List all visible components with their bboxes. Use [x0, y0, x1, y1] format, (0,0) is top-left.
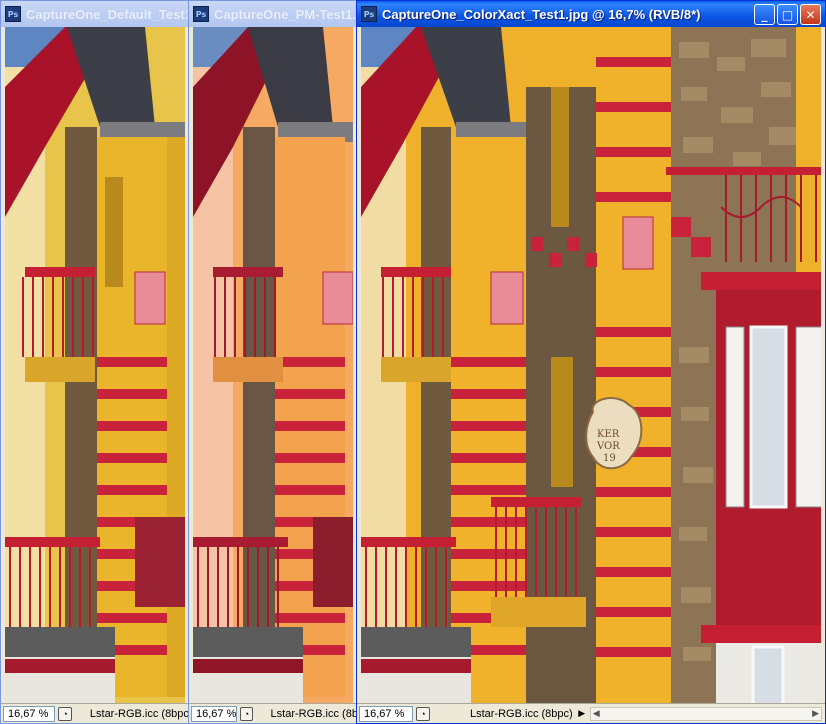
maximize-button[interactable]: □: [777, 4, 798, 25]
photoshop-icon: Ps: [193, 6, 209, 22]
facade-image: [5, 27, 185, 703]
status-bar: 16,67 % ◔ Lstar-RGB.icc (8bpc): [189, 703, 357, 723]
status-menu-arrow-icon[interactable]: ▶: [577, 707, 587, 721]
photoshop-icon: Ps: [361, 6, 377, 22]
color-profile-label: Lstar-RGB.icc (8bpc): [470, 707, 573, 720]
title-bar[interactable]: Ps CaptureOne_PM-Test1.jpg @ 16,7% (RVB/…: [189, 1, 357, 27]
image-canvas[interactable]: KER VOR 19: [361, 27, 821, 703]
status-info-icon[interactable]: ◔: [240, 706, 253, 721]
image-canvas[interactable]: [193, 27, 353, 703]
minimize-button[interactable]: _: [754, 4, 775, 25]
facade-image: [193, 27, 353, 703]
color-profile-label: Lstar-RGB.icc (8bpc): [270, 707, 358, 720]
status-info-icon[interactable]: ◔: [58, 706, 72, 721]
close-button[interactable]: ✕: [800, 4, 821, 25]
scroll-left-icon[interactable]: ◀: [593, 708, 600, 719]
window-title: CaptureOne_ColorXact_Test1.jpg @ 16,7% (…: [382, 6, 701, 22]
title-bar[interactable]: Ps CaptureOne_ColorXact_Test1.jpg @ 16,7…: [357, 1, 825, 27]
horizontal-scrollbar[interactable]: ◀ ▶: [589, 706, 822, 721]
status-bar: 16,67 % ◔ Lstar-RGB.icc (8bpc) ▶ ◀ ▶: [357, 703, 825, 723]
facade-image: KER VOR 19: [361, 27, 821, 703]
svg-text:KER: KER: [597, 429, 620, 440]
zoom-field[interactable]: 16,67 %: [191, 705, 238, 722]
image-window-default[interactable]: Ps CaptureOne_Default_Test1.jpg @ 16,7% …: [0, 0, 190, 724]
image-canvas[interactable]: [5, 27, 185, 703]
window-title: CaptureOne_Default_Test1.jpg @ 16,7% (RV…: [26, 6, 189, 22]
photoshop-icon: Ps: [5, 6, 21, 22]
title-bar[interactable]: Ps CaptureOne_Default_Test1.jpg @ 16,7% …: [1, 1, 189, 27]
scroll-right-icon[interactable]: ▶: [812, 708, 819, 719]
svg-text:19: 19: [603, 453, 616, 464]
image-window-colorxact[interactable]: Ps CaptureOne_ColorXact_Test1.jpg @ 16,7…: [356, 0, 826, 724]
color-profile-label: Lstar-RGB.icc (8bpc): [89, 707, 189, 720]
window-title: CaptureOne_PM-Test1.jpg @ 16,7% (RVB/8*): [214, 6, 357, 22]
zoom-field[interactable]: 16,67 %: [3, 705, 56, 722]
window-controls: _ □ ✕: [754, 4, 821, 25]
svg-text:VOR: VOR: [596, 441, 620, 452]
status-info-icon[interactable]: ◔: [416, 706, 430, 721]
status-bar: 16,67 % ◔ Lstar-RGB.icc (8bpc): [1, 703, 189, 723]
zoom-field[interactable]: 16,67 %: [359, 705, 413, 722]
image-window-pm[interactable]: Ps CaptureOne_PM-Test1.jpg @ 16,7% (RVB/…: [188, 0, 358, 724]
